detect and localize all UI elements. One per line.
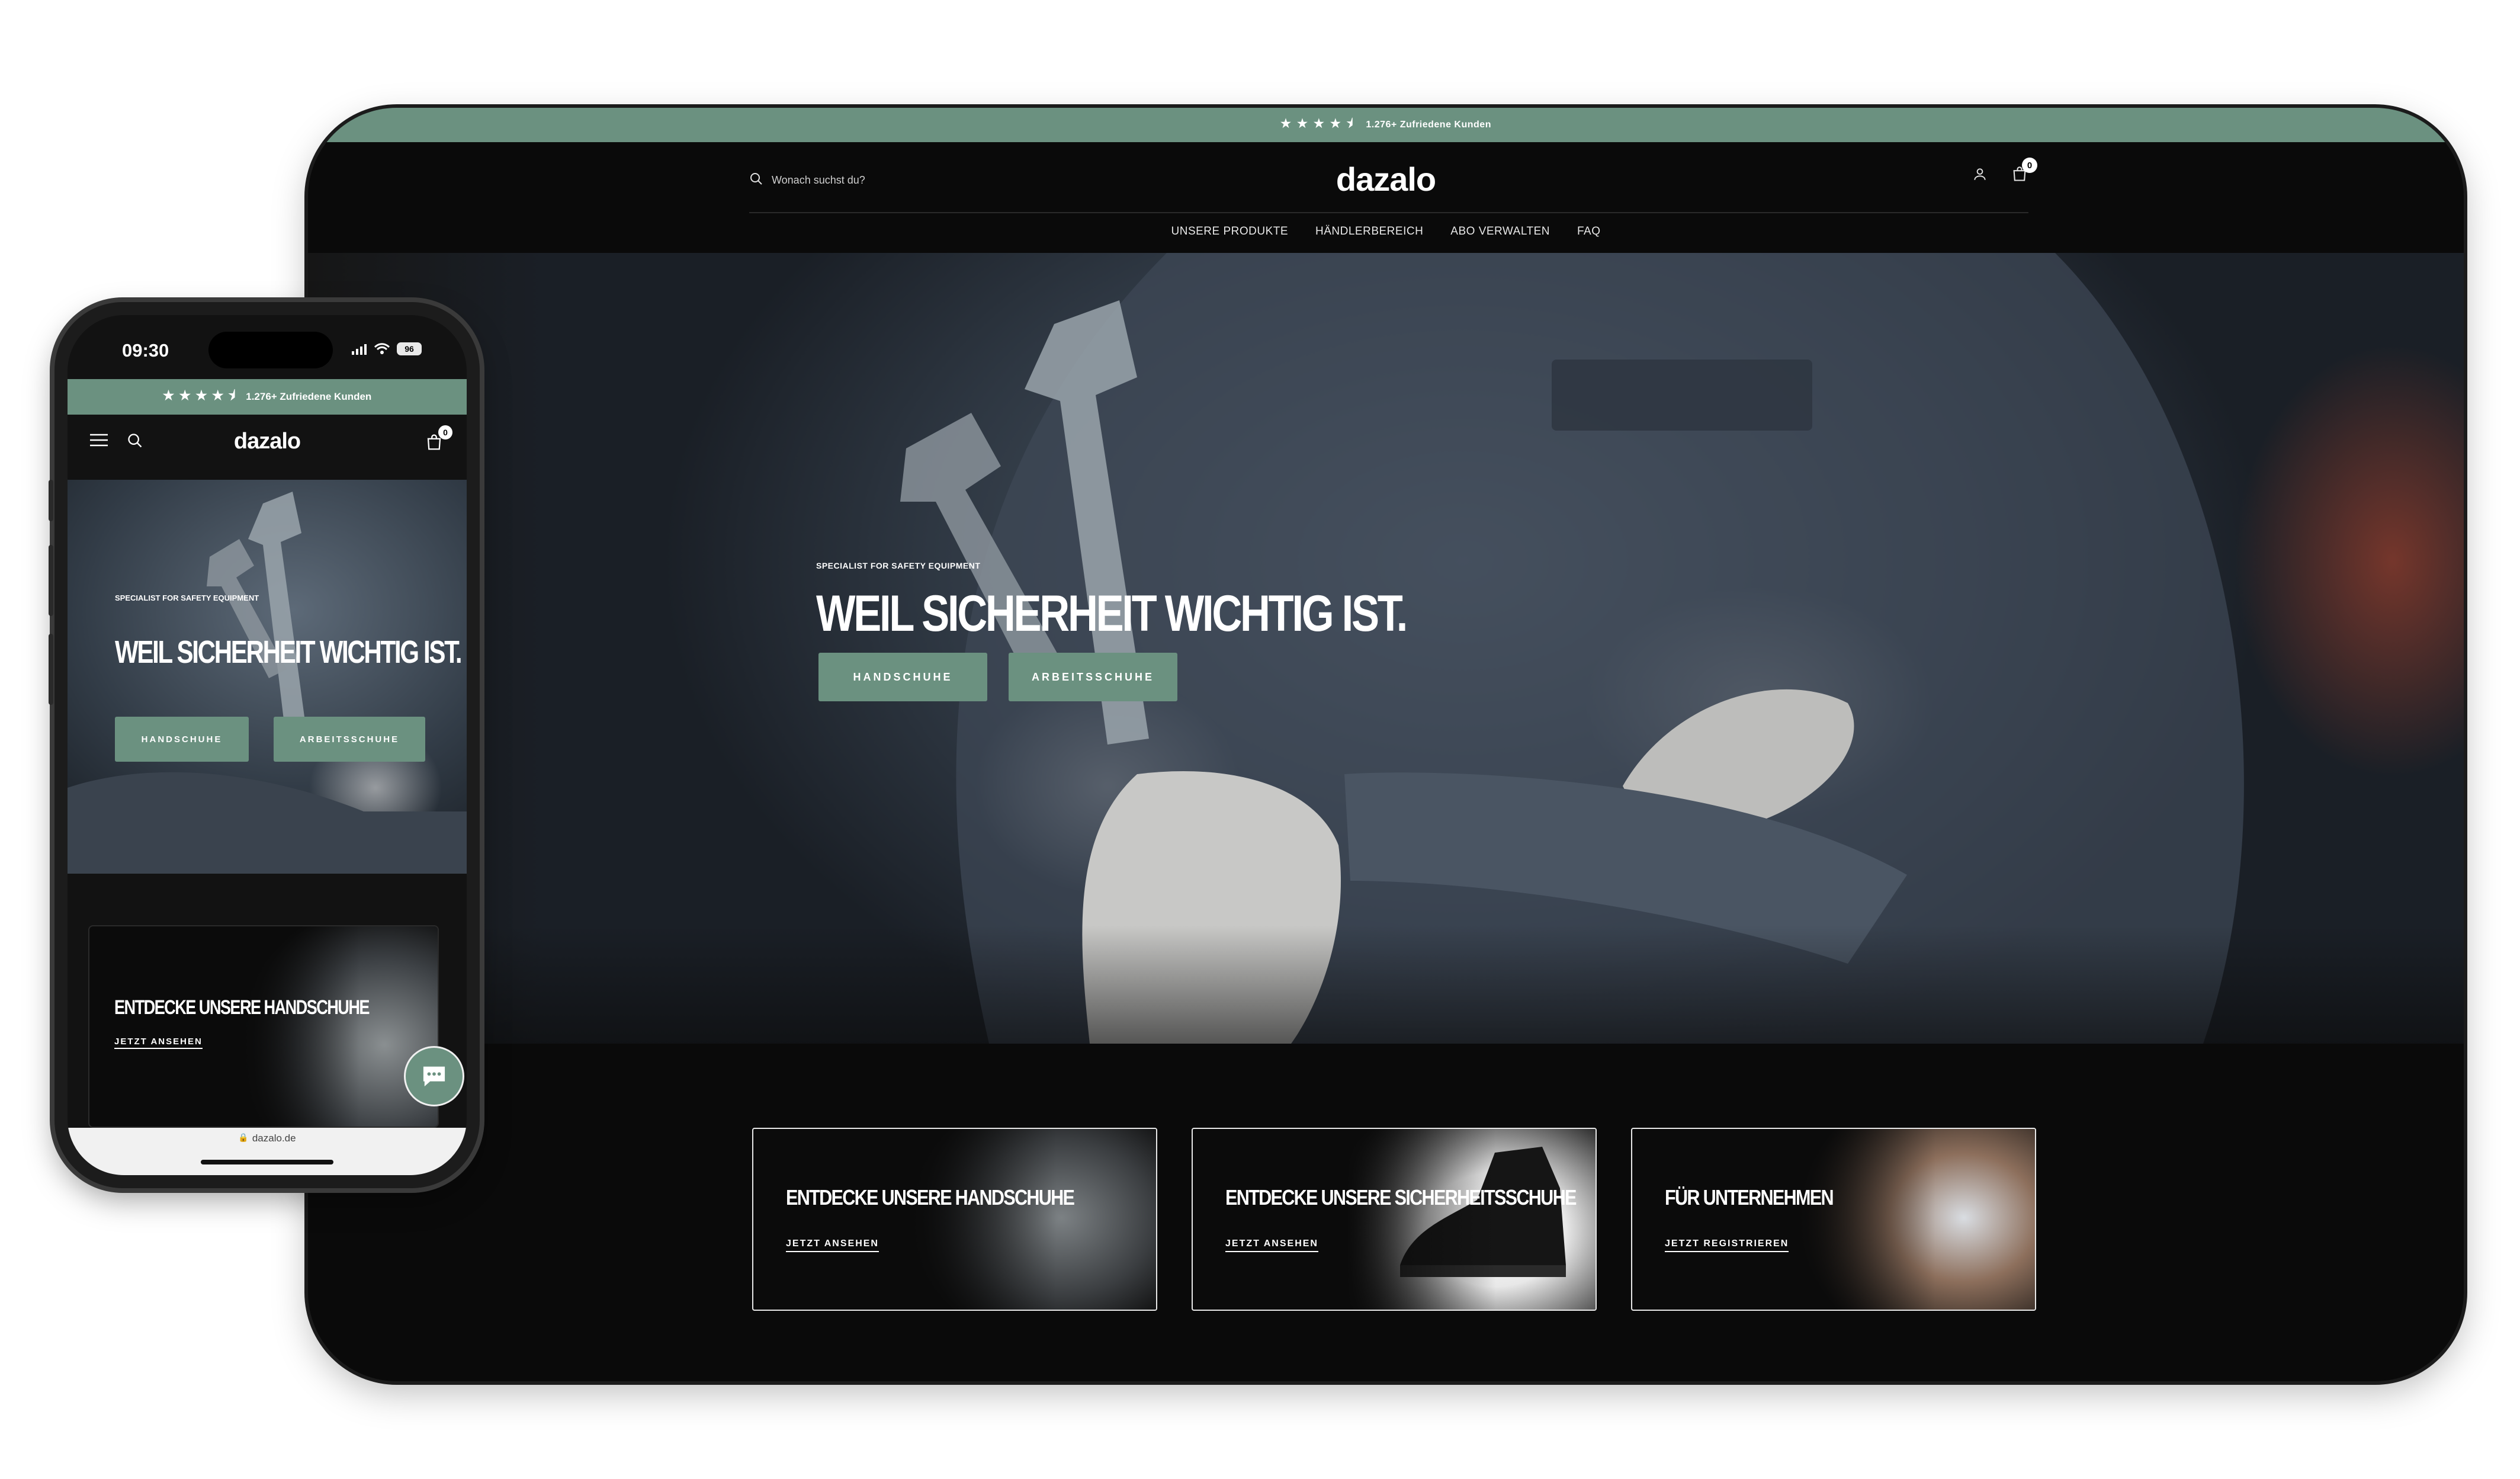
- hero-eyebrow: SPECIALIST FOR SAFETY EQUIPMENT: [115, 593, 259, 602]
- phone-side-button: [49, 480, 53, 521]
- cart-button[interactable]: 0: [2011, 158, 2037, 185]
- header-divider: [749, 212, 2028, 213]
- rating-stars: ★★★★⯨: [1280, 117, 1359, 130]
- card-link[interactable]: JETZT ANSEHEN: [786, 1239, 879, 1252]
- card-image-gloves: [242, 926, 438, 1127]
- nav-item-faq[interactable]: FAQ: [1577, 225, 1601, 243]
- promo-bar: ★★★★⯨ 1.276+ Zufriedene Kunden: [68, 379, 467, 415]
- home-indicator[interactable]: [201, 1160, 333, 1164]
- card-image-safety-shoes: [1347, 1129, 1596, 1310]
- account-icon[interactable]: [1972, 166, 1988, 185]
- hero-button-work-shoes[interactable]: ARBEITSSCHUHE: [1009, 653, 1177, 701]
- hero-button-work-shoes[interactable]: ARBEITSSCHUHE: [274, 717, 425, 762]
- card-link[interactable]: JETZT ANSEHEN: [1225, 1239, 1318, 1252]
- hero-button-gloves[interactable]: HANDSCHUHE: [818, 653, 987, 701]
- phone-mockup: 09:30 96 ★★★★⯨ 1.276+ Zufriedene Kunden: [49, 302, 480, 1188]
- lock-icon: 🔒: [238, 1132, 249, 1142]
- chat-icon: [423, 1066, 445, 1087]
- hero-banner: SPECIALIST FOR SAFETY EQUIPMENT WEIL SIC…: [308, 253, 2464, 1044]
- cart-count-badge: 0: [2022, 158, 2037, 173]
- card-title: ENTDECKE UNSERE SICHERHEITSSCHUHE: [1225, 1185, 1577, 1209]
- hero-shade-bottom: [308, 925, 2464, 1044]
- desktop-browser-mockup: ★★★★⯨ 1.276+ Zufriedene Kunden Wonach su…: [308, 108, 2464, 1381]
- phone-side-button: [49, 545, 53, 616]
- status-icons: 96: [352, 342, 422, 355]
- cart-count-badge: 0: [438, 425, 452, 439]
- hero-title: WEIL SICHERHEIT WICHTIG IST.: [816, 585, 1408, 642]
- card-link[interactable]: JETZT REGISTRIEREN: [1665, 1239, 1789, 1252]
- nav-item-products[interactable]: UNSERE PRODUKTE: [1171, 225, 1289, 243]
- hero-title: WEIL SICHERHEIT WICHTIG IST.: [115, 634, 463, 670]
- battery-icon: 96: [397, 342, 422, 355]
- nav-item-manage-subscription[interactable]: ABO VERWALTEN: [1450, 225, 1550, 243]
- status-bar: 09:30 96: [68, 315, 467, 374]
- hero-eyebrow: SPECIALIST FOR SAFETY EQUIPMENT: [816, 561, 981, 570]
- hero-image: [68, 492, 467, 874]
- mobile-header: dazalo 0: [68, 415, 467, 480]
- logo[interactable]: dazalo: [308, 160, 2464, 198]
- chat-button[interactable]: [404, 1046, 464, 1106]
- nav-item-dealer-area[interactable]: HÄNDLERBEREICH: [1315, 225, 1423, 243]
- card-title: FÜR UNTERNEHMEN: [1665, 1185, 1834, 1209]
- promo-text: 1.276+ Zufriedene Kunden: [246, 391, 372, 402]
- card-image-gloves: [907, 1129, 1156, 1310]
- hero-button-gloves[interactable]: HANDSCHUHE: [115, 717, 249, 762]
- wifi-icon: [374, 343, 390, 354]
- category-card-safety-shoes[interactable]: ENTDECKE UNSERE SICHERHEITSSCHUHE JETZT …: [1192, 1128, 1597, 1311]
- phone-screen: 09:30 96 ★★★★⯨ 1.276+ Zufriedene Kunden: [68, 315, 467, 1175]
- category-card-business[interactable]: FÜR UNTERNEHMEN JETZT REGISTRIEREN: [1631, 1128, 2036, 1311]
- promo-bar: ★★★★⯨ 1.276+ Zufriedene Kunden: [308, 108, 2464, 142]
- signal-icon: [352, 344, 367, 355]
- logo[interactable]: dazalo: [68, 429, 467, 454]
- card-image-handshake: [1786, 1129, 2035, 1310]
- shoe-icon: [1400, 1147, 1566, 1277]
- cart-button[interactable]: 0: [425, 425, 452, 454]
- dynamic-island: [208, 332, 333, 368]
- status-time: 09:30: [122, 340, 169, 361]
- category-cards: ENTDECKE UNSERE HANDSCHUHE JETZT ANSEHEN…: [752, 1128, 2036, 1311]
- main-navigation: UNSERE PRODUKTE HÄNDLERBEREICH ABO VERWA…: [308, 225, 2464, 243]
- card-link[interactable]: JETZT ANSEHEN: [114, 1037, 203, 1049]
- category-card-gloves[interactable]: ENTDECKE UNSERE HANDSCHUHE JETZT ANSEHEN: [88, 925, 439, 1128]
- rating-stars: ★★★★⯨: [162, 388, 240, 403]
- browser-url-bar[interactable]: 🔒 dazalo.de: [68, 1128, 467, 1175]
- card-title: ENTDECKE UNSERE HANDSCHUHE: [114, 996, 370, 1019]
- card-title: ENTDECKE UNSERE HANDSCHUHE: [786, 1185, 1075, 1209]
- category-card-gloves[interactable]: ENTDECKE UNSERE HANDSCHUHE JETZT ANSEHEN: [752, 1128, 1157, 1311]
- mobile-hero-banner: SPECIALIST FOR SAFETY EQUIPMENT WEIL SIC…: [68, 480, 467, 874]
- header-icons: 0: [1972, 158, 2037, 185]
- site-header: Wonach suchst du? dazalo 0: [308, 142, 2464, 225]
- phone-side-button: [49, 634, 53, 705]
- promo-text: 1.276+ Zufriedene Kunden: [1366, 120, 1491, 130]
- url-text: dazalo.de: [252, 1132, 296, 1144]
